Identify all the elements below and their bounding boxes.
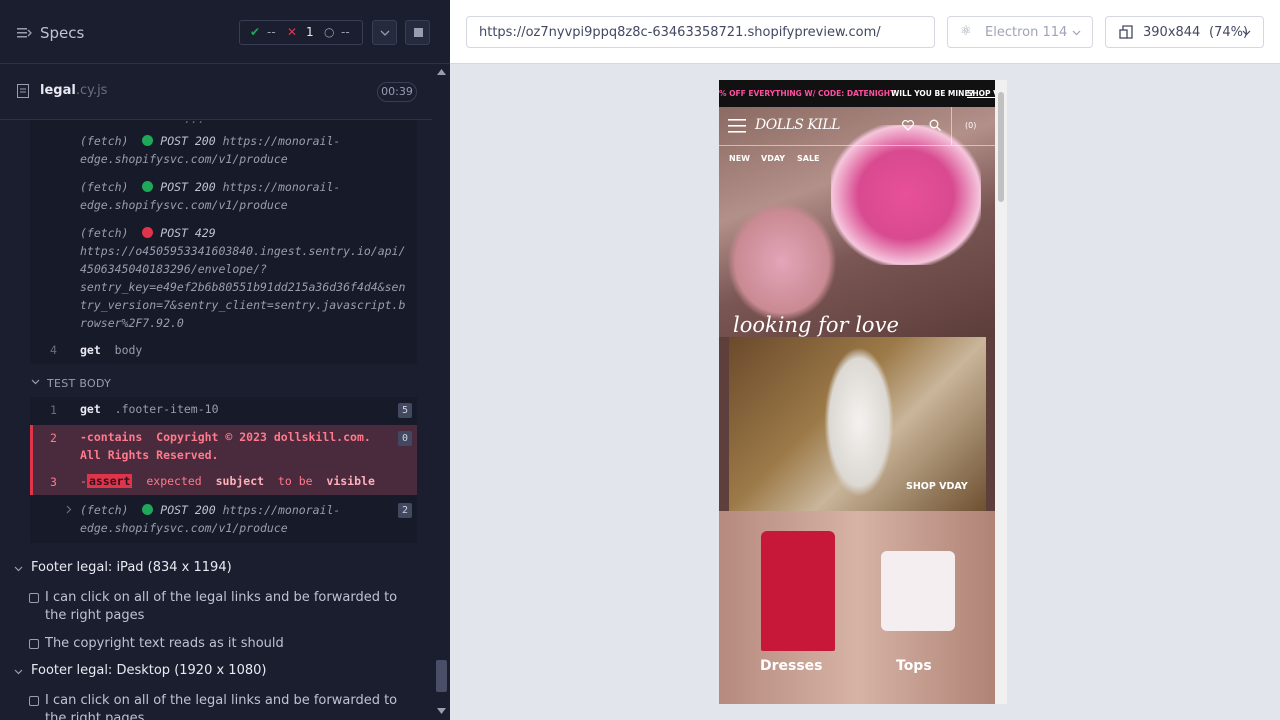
app-preview-panel: https://oz7nyvpi9ppq8z8c-63463358721.sho… xyxy=(450,0,1280,720)
element-count-badge: 5 xyxy=(398,403,412,418)
command-get-body[interactable]: get body xyxy=(80,341,142,359)
pink-hat-shape xyxy=(831,125,981,265)
aut-scrollbar[interactable] xyxy=(995,80,1007,704)
dress-image[interactable] xyxy=(761,531,835,651)
chevron-down-icon[interactable] xyxy=(14,566,23,572)
log-entry[interactable]: (fetch) POST 200 https://monorail- edge.… xyxy=(80,178,340,214)
specs-title[interactable]: Specs xyxy=(40,24,84,42)
hamburger-menu-icon[interactable] xyxy=(728,119,746,133)
viewport-info[interactable]: 390x844 (74%) xyxy=(1105,16,1264,48)
command-get[interactable]: get .footer-item-10 xyxy=(80,400,219,418)
hero-headline: looking for love xyxy=(733,313,899,337)
nav-vday[interactable]: VDAY xyxy=(761,154,785,163)
site-logo[interactable]: DOLLS KILL xyxy=(755,117,840,133)
test-pending-icon xyxy=(29,593,39,603)
scroll-down-icon[interactable] xyxy=(437,708,446,714)
electron-icon: ⚛ xyxy=(960,24,972,39)
chevron-down-icon xyxy=(380,30,390,36)
specs-list-icon[interactable] xyxy=(17,27,32,39)
header-divider xyxy=(951,107,952,145)
passed-check-icon: ✔ xyxy=(250,25,261,39)
reporter-panel: Specs ✔ -- ✕ 1 ○ -- legal.cy.js 00:39 ..… xyxy=(0,0,450,720)
command-number: 1 xyxy=(50,403,57,417)
failed-count: 1 xyxy=(306,25,314,39)
shop-vday-card[interactable]: SHOP VDAY xyxy=(729,337,986,511)
viewport-size: 390x844 xyxy=(1143,25,1201,40)
reporter-header: Specs ✔ -- ✕ 1 ○ -- xyxy=(0,0,450,64)
chevron-down-icon[interactable] xyxy=(31,379,40,385)
category-section: Dresses Tops xyxy=(719,511,995,704)
bag-count[interactable]: (0) xyxy=(965,121,976,130)
request-count-badge: 2 xyxy=(398,503,412,518)
suite-title[interactable]: Footer legal: iPad (834 x 1194) xyxy=(31,560,232,575)
promo-banner[interactable]: % OFF EVERYTHING W/ CODE: DATENIGHT WILL… xyxy=(719,80,1007,107)
command-number: 4 xyxy=(50,343,57,357)
test-title[interactable]: I can click on all of the legal links an… xyxy=(45,692,415,720)
command-number: 3 xyxy=(50,475,57,489)
category-tops[interactable]: Tops xyxy=(896,658,932,674)
command-assert[interactable]: - assert expected subject to be visible xyxy=(80,472,375,490)
chevron-down-icon xyxy=(1072,30,1081,36)
reporter-scrollbar[interactable] xyxy=(433,64,450,720)
failed-x-icon: ✕ xyxy=(287,25,298,39)
heart-icon[interactable] xyxy=(902,120,914,131)
nav-new[interactable]: NEW xyxy=(729,154,750,163)
test-title[interactable]: The copyright text reads as it should xyxy=(45,635,415,653)
pending-spinner-icon: ○ xyxy=(324,25,335,39)
element-count-badge: 0 xyxy=(398,431,412,446)
assert-tag: assert xyxy=(86,474,133,488)
command-contains[interactable]: -contains Copyright © 2023 dollskill.com… xyxy=(80,428,371,464)
top-image[interactable] xyxy=(881,551,955,631)
chevron-right-icon[interactable] xyxy=(66,505,72,514)
chevron-down-icon xyxy=(1242,30,1251,36)
nav-sale[interactable]: SALE xyxy=(797,154,820,163)
browser-selector[interactable]: ⚛ Electron 114 xyxy=(947,16,1093,48)
collapse-button[interactable] xyxy=(372,20,397,45)
shop-vday-link[interactable]: SHOP VDAY xyxy=(906,481,968,492)
status-dot-icon xyxy=(142,227,154,238)
stop-button[interactable] xyxy=(405,20,430,45)
scrollbar-thumb[interactable] xyxy=(436,660,447,692)
promo-right-text: WILL YOU BE MINE? xyxy=(891,89,974,98)
figure-white-dress-shape xyxy=(824,347,894,497)
viewport-icon xyxy=(1119,25,1133,39)
status-dot-icon xyxy=(142,135,154,146)
test-title[interactable]: I can click on all of the legal links an… xyxy=(45,589,415,625)
log-entry[interactable]: (fetch) POST 200 https://monorail- edge.… xyxy=(80,132,340,168)
log-entry[interactable]: (fetch) POST 200 https://monorail- edge.… xyxy=(80,501,340,537)
status-dot-icon xyxy=(142,181,154,192)
aut-url[interactable]: https://oz7nyvpi9ppq8z8c-63463358721.sho… xyxy=(466,16,935,48)
clipped-log-line: ... xyxy=(80,112,205,126)
passed-count: -- xyxy=(267,25,276,39)
log-entry[interactable]: (fetch) POST 429 https://o45059533416038… xyxy=(80,224,405,332)
promo-left-text: % OFF EVERYTHING W/ CODE: DATENIGHT xyxy=(719,89,896,98)
suite-title[interactable]: Footer legal: Desktop (1920 x 1080) xyxy=(31,663,266,678)
chevron-down-icon[interactable] xyxy=(14,669,23,675)
category-dresses[interactable]: Dresses xyxy=(760,658,823,674)
pending-count: -- xyxy=(341,25,350,39)
spec-file-name[interactable]: legal.cy.js xyxy=(40,83,107,98)
scroll-up-icon[interactable] xyxy=(437,69,446,75)
file-icon xyxy=(17,84,29,98)
test-pending-icon xyxy=(29,696,39,706)
status-dot-icon xyxy=(142,504,154,515)
hero-image: DOLLS KILL (0) NEW VDAY SALE looking for… xyxy=(719,107,995,337)
test-pending-icon xyxy=(29,639,39,649)
search-icon[interactable] xyxy=(929,119,941,131)
pink-hair-shape xyxy=(727,202,837,322)
duration-badge: 00:39 xyxy=(377,82,417,102)
aut-iframe[interactable]: % OFF EVERYTHING W/ CODE: DATENIGHT WILL… xyxy=(719,80,1007,704)
test-body-label[interactable]: TEST BODY xyxy=(47,377,111,390)
browser-name: Electron 114 xyxy=(985,25,1068,40)
url-bar: https://oz7nyvpi9ppq8z8c-63463358721.sho… xyxy=(450,0,1280,64)
stop-icon xyxy=(414,28,423,37)
command-number: 2 xyxy=(50,431,57,445)
stats-bar: ✔ -- ✕ 1 ○ -- xyxy=(239,20,363,45)
header-divider xyxy=(719,145,995,146)
aut-scrollbar-thumb[interactable] xyxy=(998,92,1004,202)
